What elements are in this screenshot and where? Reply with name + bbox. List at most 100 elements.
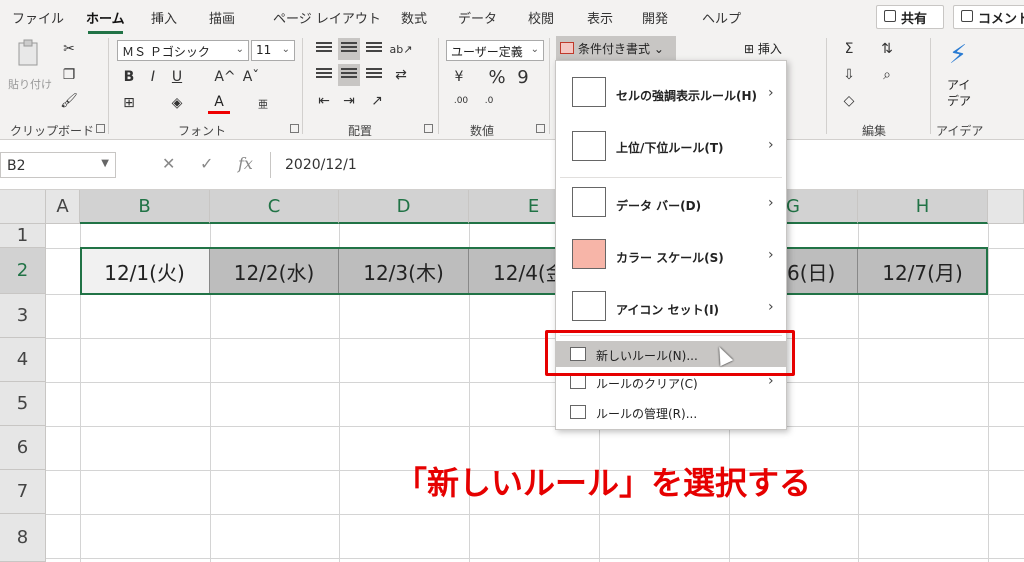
menu-item-top-bottom-rules[interactable]: 上位/下位ルール(T) ›	[556, 129, 786, 169]
fill-icon[interactable]: ⇩	[838, 64, 860, 86]
borders-icon[interactable]: ⊞	[118, 92, 140, 114]
italic-button[interactable]: I	[142, 66, 164, 88]
decrease-indent-icon[interactable]: ⇤	[313, 90, 335, 112]
autosum-icon[interactable]: Σ	[838, 38, 860, 60]
share-icon	[884, 10, 896, 22]
sort-filter-icon[interactable]: ⇅	[876, 38, 898, 60]
font-group-label: フォント	[178, 124, 227, 138]
column-header-h[interactable]: H	[858, 190, 988, 224]
row-header-1[interactable]: 1	[0, 224, 46, 248]
row-header-5[interactable]: 5	[0, 382, 46, 426]
row-header-6[interactable]: 6	[0, 426, 46, 470]
separator	[438, 38, 439, 134]
tab-formulas[interactable]: 数式	[401, 8, 427, 27]
cell-c2[interactable]: 12/2(水)	[210, 248, 339, 294]
tab-file[interactable]: ファイル	[12, 8, 64, 27]
align-bottom-icon[interactable]	[363, 38, 385, 60]
column-header-c[interactable]: C	[210, 190, 339, 224]
tab-review[interactable]: 校閲	[528, 8, 554, 27]
align-center-icon[interactable]	[338, 64, 360, 86]
chevron-right-icon: ›	[768, 85, 774, 101]
font-size-select[interactable]: 11 ⌄	[251, 40, 295, 61]
font-name-select[interactable]: ＭＳ Ｐゴシック ⌄	[117, 40, 249, 61]
gridline	[46, 558, 1024, 559]
ideas-label-1: アイ	[947, 78, 971, 92]
share-button[interactable]: 共有	[876, 5, 944, 29]
column-header-a[interactable]: A	[46, 190, 80, 224]
select-all-corner[interactable]	[0, 190, 46, 224]
cell-d2[interactable]: 12/3(木)	[339, 248, 469, 294]
font-launcher-icon[interactable]	[290, 124, 299, 133]
tab-data[interactable]: データ	[458, 8, 497, 27]
column-header-b[interactable]: B	[80, 190, 210, 224]
alignment-launcher-icon[interactable]	[424, 124, 433, 133]
row-header-4[interactable]: 4	[0, 338, 46, 382]
cut-icon[interactable]: ✂	[58, 38, 80, 60]
cell-b2[interactable]: 12/1(火)	[80, 248, 210, 294]
confirm-icon[interactable]: ✓	[200, 154, 213, 173]
increase-indent-icon[interactable]: ⇥	[338, 90, 360, 112]
menu-item-data-bars[interactable]: データ バー(D) ›	[556, 187, 786, 227]
align-top-icon[interactable]	[313, 38, 335, 60]
grow-font-button[interactable]: A^	[214, 66, 236, 88]
copy-icon[interactable]: ❐	[58, 64, 80, 86]
tab-home[interactable]: ホーム	[86, 8, 125, 34]
conditional-formatting-button[interactable]: 条件付き書式 ⌄	[556, 36, 676, 60]
tab-view[interactable]: 表示	[587, 8, 613, 27]
clear-rules-icon	[570, 375, 586, 389]
cell-h2[interactable]: 12/7(月)	[858, 248, 988, 294]
menu-item-highlight-rules[interactable]: セルの強調表示ルール(H) ›	[556, 77, 786, 117]
merge-icon[interactable]: ↗	[366, 90, 388, 112]
ideas-lightning-icon[interactable]: ⚡	[944, 40, 972, 70]
cancel-icon[interactable]: ✕	[162, 154, 175, 173]
row-header-8[interactable]: 8	[0, 514, 46, 562]
manage-rules-icon	[570, 405, 586, 419]
fill-color-icon[interactable]: ◈	[166, 92, 188, 114]
align-left-icon[interactable]	[313, 64, 335, 86]
tab-help[interactable]: ヘルプ	[702, 8, 741, 27]
comma-button[interactable]: 9	[512, 66, 534, 88]
tab-draw[interactable]: 描画	[209, 8, 235, 27]
bold-button[interactable]: B	[118, 66, 140, 88]
phonetic-icon[interactable]: 亜	[252, 92, 274, 114]
number-launcher-icon[interactable]	[536, 124, 545, 133]
clipboard-launcher-icon[interactable]	[96, 124, 105, 133]
menu-item-manage-rules[interactable]: ルールの管理(R)...	[556, 399, 786, 425]
row-header-7[interactable]: 7	[0, 470, 46, 514]
align-middle-icon[interactable]	[338, 38, 360, 60]
increase-decimal-icon[interactable]: .00	[450, 90, 472, 112]
underline-button[interactable]: U	[166, 66, 188, 88]
name-box[interactable]: B2 ▼	[0, 152, 116, 178]
row-header-2[interactable]: 2	[0, 248, 46, 294]
find-icon[interactable]: ⌕	[876, 64, 898, 86]
column-header-blank	[988, 190, 1024, 224]
chevron-right-icon: ›	[768, 299, 774, 315]
shrink-font-button[interactable]: Aˇ	[240, 66, 262, 88]
insert-function-button[interactable]: fx	[238, 154, 253, 173]
tab-developer[interactable]: 開発	[642, 8, 668, 27]
decrease-decimal-icon[interactable]: .0	[478, 90, 500, 112]
ideas-label-2: デア	[947, 94, 972, 108]
clear-icon[interactable]: ◇	[838, 90, 860, 112]
worksheet-grid: A B C D E F G H 1 2 3 4 5 6 7 8 12/1(火) …	[0, 190, 1024, 562]
percent-button[interactable]: %	[486, 66, 508, 88]
orientation-icon[interactable]: ab↗	[390, 38, 413, 60]
formula-bar: B2 ▼ ✕ ✓ fx 2020/12/1	[0, 140, 1024, 190]
format-painter-icon[interactable]: 🖌	[58, 90, 80, 112]
separator	[826, 38, 827, 134]
font-color-button[interactable]: A	[208, 92, 230, 114]
paste-button[interactable]	[14, 38, 44, 70]
tab-insert[interactable]: 挿入	[151, 8, 177, 27]
chevron-down-icon: ⌄	[530, 44, 539, 55]
align-right-icon[interactable]	[363, 64, 385, 86]
insert-cells-button[interactable]: ⊞ 挿入	[744, 40, 782, 57]
row-header-3[interactable]: 3	[0, 294, 46, 338]
comment-button[interactable]: コメント	[953, 5, 1024, 29]
wrap-text-icon[interactable]: ⇄	[390, 64, 412, 86]
tab-page-layout[interactable]: ページ レイアウト	[273, 8, 381, 27]
currency-icon[interactable]: ¥	[448, 66, 470, 88]
number-format-select[interactable]: ユーザー定義 ⌄	[446, 40, 544, 61]
menu-item-color-scales[interactable]: カラー スケール(S) ›	[556, 239, 786, 279]
menu-item-icon-sets[interactable]: アイコン セット(I) ›	[556, 291, 786, 331]
column-header-d[interactable]: D	[339, 190, 469, 224]
